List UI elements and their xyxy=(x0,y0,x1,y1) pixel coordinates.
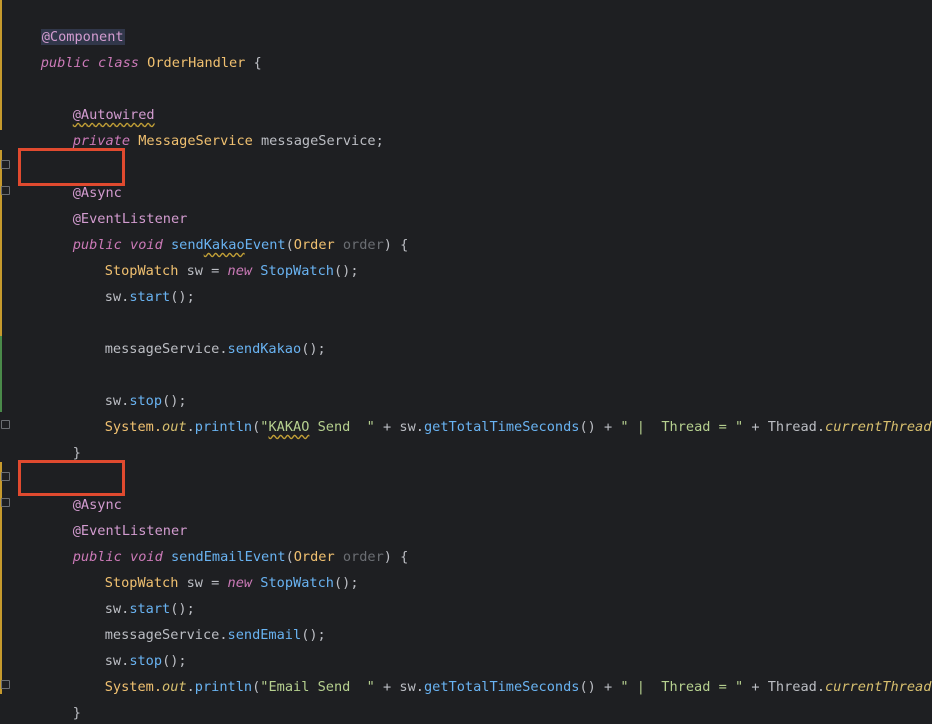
punct: ) { xyxy=(383,237,409,253)
punct: . xyxy=(186,679,195,695)
code-line: System.out.println("Email Send " + sw.ge… xyxy=(72,648,932,695)
gutter-change-marker xyxy=(0,462,2,694)
method-call: getTotalTimeSeconds xyxy=(423,679,580,695)
fold-icon[interactable] xyxy=(1,160,10,169)
punct: (); xyxy=(333,575,359,591)
code-line: } xyxy=(8,700,49,724)
class-name: System. xyxy=(104,419,163,435)
class-name: StopWatch xyxy=(260,263,334,279)
fold-icon[interactable] xyxy=(1,680,10,689)
keyword: private xyxy=(72,133,131,149)
method-call: sendKakao xyxy=(227,341,302,357)
code-line: } xyxy=(40,674,81,721)
fold-icon[interactable] xyxy=(1,498,10,507)
code-line: StopWatch sw = new StopWatch(); xyxy=(72,544,359,591)
class-name: System. xyxy=(104,679,163,695)
fold-icon[interactable] xyxy=(1,420,10,429)
closing-brace: } xyxy=(72,445,81,461)
code-line: messageService.sendKakao(); xyxy=(72,310,326,357)
class-name: OrderHandler xyxy=(147,55,246,71)
code-line: private MessageService messageService; xyxy=(40,102,384,149)
gutter-change-marker xyxy=(0,336,2,412)
code-line: } xyxy=(40,414,81,461)
fold-icon[interactable] xyxy=(1,472,10,481)
keyword: new xyxy=(227,575,253,591)
code-line: System.out.println("KAKAO Send " + sw.ge… xyxy=(72,388,932,435)
method-call: println xyxy=(194,419,253,435)
punct: () + xyxy=(579,679,621,695)
string-literal: " | Thread = " xyxy=(620,419,744,435)
code-line: sw.stop(); xyxy=(72,362,187,409)
string-literal: "Email Send " xyxy=(260,679,375,695)
punct: + sw. xyxy=(374,419,424,435)
punct: + Thread. xyxy=(743,419,826,435)
punct: + sw. xyxy=(374,679,424,695)
punct: () + xyxy=(579,419,621,435)
gutter-change-marker xyxy=(0,0,2,130)
punct: (); xyxy=(301,341,326,357)
method-call: start xyxy=(129,289,171,305)
punct: (); xyxy=(333,263,359,279)
method-call: println xyxy=(194,679,253,695)
code-line: sw.stop(); xyxy=(72,622,187,669)
static-field: out xyxy=(162,679,187,695)
keyword: class xyxy=(98,55,139,71)
code-line: sw.start(); xyxy=(72,258,195,305)
code-line: @Autowired xyxy=(40,76,155,123)
code-line: public void sendEmailEvent(Order order) … xyxy=(40,518,409,565)
code-line: public class OrderHandler { xyxy=(8,24,262,71)
string-literal: "KAKAO Send " xyxy=(260,419,375,435)
object: sw. xyxy=(104,289,130,305)
static-field: out xyxy=(162,419,187,435)
punct: (); xyxy=(301,627,326,643)
string-literal: " | Thread = " xyxy=(620,679,744,695)
closing-brace: } xyxy=(72,705,81,721)
code-line: sw.start(); xyxy=(72,570,195,617)
field-name: messageService; xyxy=(252,133,384,149)
static-method: currentThread xyxy=(825,679,932,695)
string-part: KAKAO xyxy=(268,419,310,435)
code-line: @Component xyxy=(8,0,125,45)
keyword: public xyxy=(40,55,90,71)
highlight-box-async-1 xyxy=(18,148,125,186)
object: messageService. xyxy=(104,341,228,357)
fold-icon[interactable] xyxy=(1,186,10,195)
code-line: messageService.sendEmail(); xyxy=(72,596,326,643)
code-line: StopWatch sw = new StopWatch(); xyxy=(72,232,359,279)
punct: ) { xyxy=(383,549,409,565)
string-part: Send " xyxy=(309,419,375,435)
static-method: currentThread xyxy=(825,419,932,435)
punct: . xyxy=(186,419,195,435)
code-editor[interactable]: @Component public class OrderHandler { @… xyxy=(0,0,932,724)
class-name: MessageService xyxy=(138,133,253,149)
highlight-box-async-2 xyxy=(18,460,125,496)
class-name: StopWatch xyxy=(260,575,334,591)
method-call: sendEmail xyxy=(227,627,302,643)
punct: { xyxy=(245,55,262,71)
punct: (); xyxy=(170,289,195,305)
keyword: new xyxy=(227,263,253,279)
punct: + Thread. xyxy=(743,679,825,695)
code-line: public void sendKakaoEvent(Order order) … xyxy=(40,206,409,253)
method-call: getTotalTimeSeconds xyxy=(423,419,580,435)
